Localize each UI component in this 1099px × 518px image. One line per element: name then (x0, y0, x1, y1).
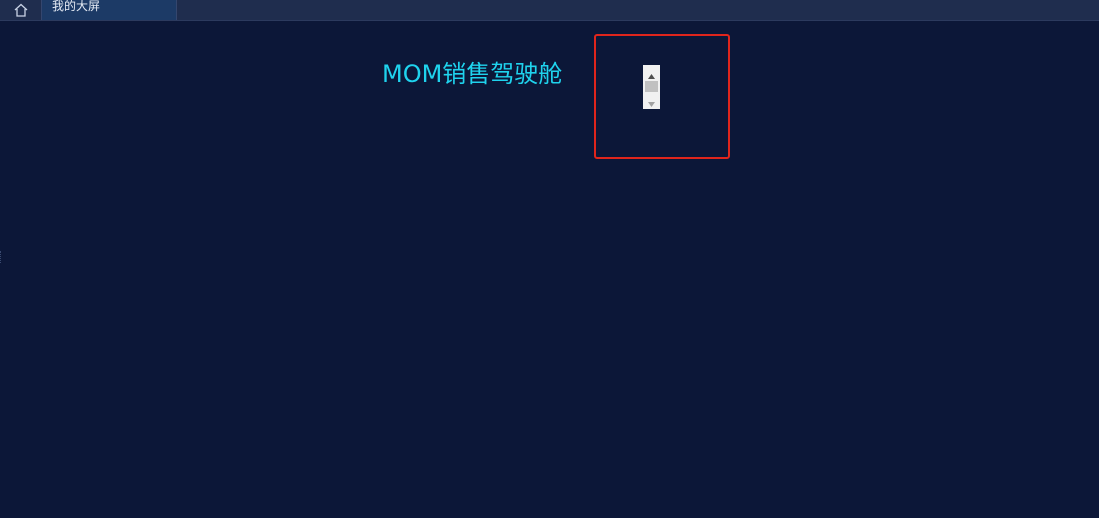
home-button[interactable] (0, 0, 42, 20)
scroll-thumb[interactable] (645, 81, 658, 92)
arrow-up-icon (648, 64, 655, 83)
resize-handle[interactable] (0, 251, 4, 263)
selection-highlight (594, 34, 730, 159)
app-window: 我的大屏 MOM销售驾驶舱 (0, 0, 1099, 518)
tab-label: 我的大屏 (52, 0, 101, 13)
page-title: MOM销售驾驶舱 (382, 60, 563, 88)
tab-my-dashboard[interactable]: 我的大屏 (42, 0, 177, 20)
scroll-component[interactable] (643, 65, 660, 109)
home-icon (13, 3, 29, 17)
dashboard-canvas: MOM销售驾驶舱 (0, 21, 1099, 518)
scroll-up-button[interactable] (643, 67, 660, 79)
tab-bar: 我的大屏 (0, 0, 1099, 21)
scroll-down-button[interactable] (643, 95, 660, 107)
arrow-down-icon (648, 92, 655, 111)
